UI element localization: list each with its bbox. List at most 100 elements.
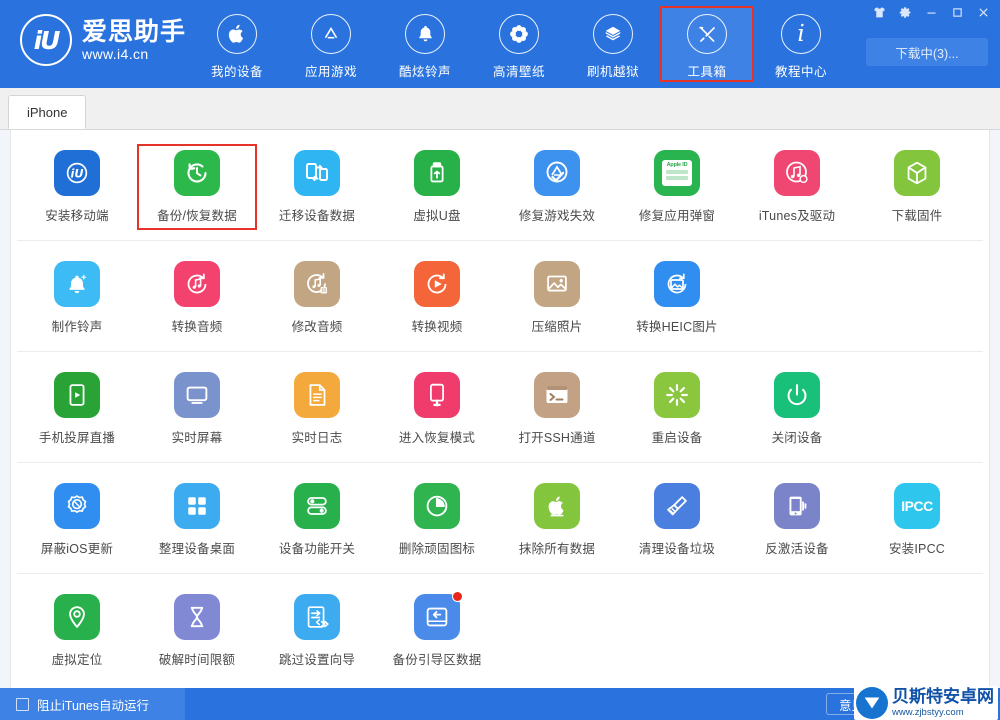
app-logo[interactable]: iU 爱思助手 www.i4.cn (20, 14, 186, 66)
virtual-location-icon (54, 594, 100, 640)
firmware-box-icon (894, 150, 940, 196)
backup-restore-icon (174, 150, 220, 196)
ipcc-label: IPCC (901, 498, 933, 514)
tool-backup-restore[interactable]: 备份/恢复数据 (137, 144, 257, 230)
tool-label: 重启设备 (651, 431, 703, 445)
nav-label: 工具箱 (687, 65, 727, 79)
tools-icon (687, 14, 727, 54)
nav-label: 刷机越狱 (586, 65, 639, 79)
tool-edit-audio[interactable]: 自 修改音频 (257, 255, 377, 341)
maximize-icon[interactable] (944, 1, 970, 23)
feedback-button[interactable]: 意见反馈 (825, 693, 902, 715)
nav-item-my-device[interactable]: 我的设备 (190, 6, 284, 82)
nav-item-wallpapers[interactable]: 高清壁纸 (472, 6, 566, 82)
tool-label: 修复游戏失效 (518, 209, 596, 223)
tool-screen-cast[interactable]: 手机投屏直播 (17, 366, 137, 452)
tool-backup-boot-data[interactable]: 备份引导区数据 (377, 588, 497, 674)
tool-crack-time-limit[interactable]: 破解时间限额 (137, 588, 257, 674)
toolbox-row: 屏蔽iOS更新 整理设备桌面 设备功能开关 删除顽固图标 抹除所有数据 清理设备… (17, 463, 983, 574)
appleid-card: Apple ID (662, 160, 692, 186)
nav-item-flash-jailbreak[interactable]: 刷机越狱 (566, 6, 660, 82)
tool-label: 清理设备垃圾 (638, 542, 716, 556)
tool-download-firmware[interactable]: 下载固件 (857, 144, 977, 230)
apple-icon (217, 14, 257, 54)
app-header: iU 爱思助手 www.i4.cn 我的设备 应用游戏 酷炫铃声 高清壁纸 刷机… (0, 0, 1000, 88)
window-controls (866, 0, 996, 24)
tool-deactivate-device[interactable]: 反激活设备 (737, 477, 857, 563)
power-off-icon (774, 372, 820, 418)
toolbox-row: 虚拟定位 破解时间限额 跳过设置向导 备份引导区数据 (17, 574, 983, 684)
main-nav: 我的设备 应用游戏 酷炫铃声 高清壁纸 刷机越狱 工具箱 i 教程中心 (190, 6, 848, 86)
nav-label: 应用游戏 (304, 65, 357, 79)
toolbox-panel: iU 安装移动端 备份/恢复数据 迁移设备数据 虚拟U盘 修复游戏失效 Appl… (10, 130, 990, 688)
tool-clean-junk[interactable]: 清理设备垃圾 (617, 477, 737, 563)
nav-item-ringtones[interactable]: 酷炫铃声 (378, 6, 472, 82)
tool-fix-game[interactable]: 修复游戏失效 (497, 144, 617, 230)
nav-item-toolbox[interactable]: 工具箱 (660, 6, 754, 82)
tool-itunes-driver[interactable]: iTunes及驱动 (737, 144, 857, 230)
tool-convert-video[interactable]: 转换视频 (377, 255, 497, 341)
tool-install-mobile[interactable]: iU 安装移动端 (17, 144, 137, 230)
tool-skip-setup[interactable]: 跳过设置向导 (257, 588, 377, 674)
minimize-icon[interactable] (918, 1, 944, 23)
tool-label: 关闭设备 (771, 431, 823, 445)
ssh-tunnel-icon (534, 372, 580, 418)
tool-restart-device[interactable]: 重启设备 (617, 366, 737, 452)
tool-make-ringtone[interactable]: 制作铃声 (17, 255, 137, 341)
tool-label: 整理设备桌面 (158, 542, 236, 556)
skin-icon[interactable] (866, 1, 892, 23)
compress-photo-icon (534, 261, 580, 307)
tool-label: 制作铃声 (51, 320, 103, 334)
usb-drive-icon (414, 150, 460, 196)
tool-label: 修改音频 (291, 320, 343, 334)
tool-feature-toggle[interactable]: 设备功能开关 (257, 477, 377, 563)
tool-realtime-log[interactable]: 实时日志 (257, 366, 377, 452)
migrate-device-icon (294, 150, 340, 196)
skip-setup-icon (294, 594, 340, 640)
tool-label: 迁移设备数据 (278, 209, 356, 223)
tool-label: 安装移动端 (45, 209, 109, 223)
tool-ssh-tunnel[interactable]: 打开SSH通道 (497, 366, 617, 452)
tool-realtime-screen[interactable]: 实时屏幕 (137, 366, 257, 452)
tool-block-ios-update[interactable]: 屏蔽iOS更新 (17, 477, 137, 563)
tool-convert-audio[interactable]: 转换音频 (137, 255, 257, 341)
backup-boot-data-icon (414, 591, 463, 640)
toolbox-row: iU 安装移动端 备份/恢复数据 迁移设备数据 虚拟U盘 修复游戏失效 Appl… (17, 130, 983, 241)
tool-label: 安装IPCC (888, 542, 946, 556)
tab-iphone[interactable]: iPhone (8, 95, 87, 129)
recovery-mode-icon (414, 372, 460, 418)
tool-install-ipcc[interactable]: IPCC 安装IPCC (857, 477, 977, 563)
tool-compress-photo[interactable]: 压缩照片 (497, 255, 617, 341)
tool-virtual-location[interactable]: 虚拟定位 (17, 588, 137, 674)
settings-gear-icon[interactable] (892, 1, 918, 23)
tool-fix-app-popup[interactable]: Apple ID 修复应用弹窗 (617, 144, 737, 230)
bell-icon (405, 14, 445, 54)
tool-label: 设备功能开关 (278, 542, 356, 556)
screen-cast-icon (54, 372, 100, 418)
block-itunes-row[interactable]: 阻止iTunes自动运行 (0, 688, 185, 720)
nav-item-tutorials[interactable]: i 教程中心 (754, 6, 848, 82)
box-arrow-icon (593, 14, 633, 54)
tool-recovery-mode[interactable]: 进入恢复模式 (377, 366, 497, 452)
tool-convert-heic[interactable]: 转换HEIC图片 (617, 255, 737, 341)
tool-virtual-usb[interactable]: 虚拟U盘 (377, 144, 497, 230)
tool-erase-all-data[interactable]: 抹除所有数据 (497, 477, 617, 563)
tool-label: 转换音频 (171, 320, 223, 334)
download-status-button[interactable]: 下载中(3)... (866, 38, 988, 66)
tool-migrate-device[interactable]: 迁移设备数据 (257, 144, 377, 230)
block-itunes-checkbox[interactable] (16, 697, 29, 711)
tool-arrange-desktop[interactable]: 整理设备桌面 (137, 477, 257, 563)
close-icon[interactable] (970, 1, 996, 23)
wechat-button[interactable]: 微信关注 (913, 693, 990, 715)
realtime-log-icon (294, 372, 340, 418)
tool-label: 转换HEIC图片 (636, 320, 718, 334)
tool-label: 破解时间限额 (158, 653, 236, 667)
tool-remove-stubborn-icon[interactable]: 删除顽固图标 (377, 477, 497, 563)
tool-label: 转换视频 (411, 320, 463, 334)
tool-power-off[interactable]: 关闭设备 (737, 366, 857, 452)
tool-label: iTunes及驱动 (758, 209, 836, 223)
nav-item-apps-games[interactable]: 应用游戏 (284, 6, 378, 82)
convert-video-icon (414, 261, 460, 307)
i4-app-icon: iU (54, 150, 100, 196)
tool-label: 实时日志 (291, 431, 343, 445)
